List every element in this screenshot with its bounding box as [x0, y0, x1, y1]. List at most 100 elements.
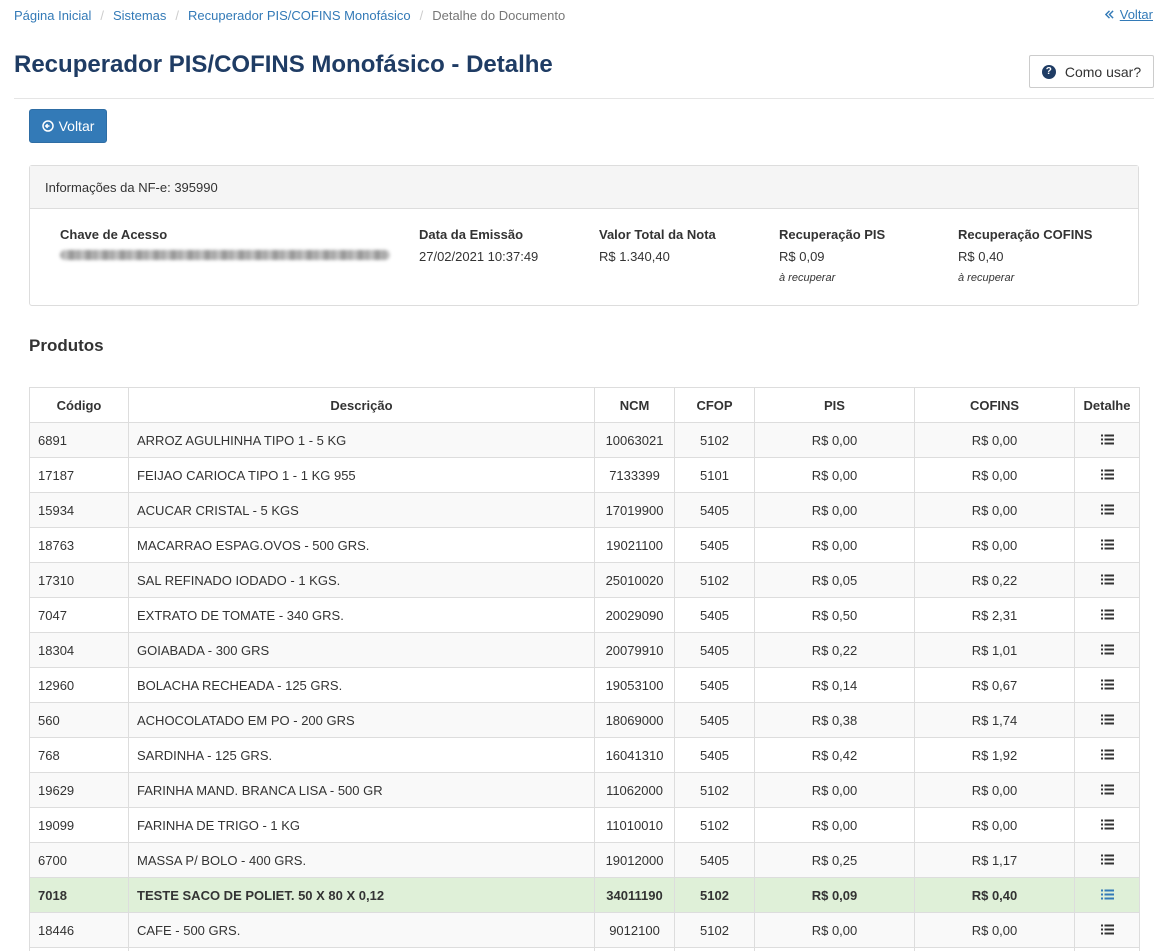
cell-detail: [1074, 947, 1140, 951]
list-icon[interactable]: [1100, 923, 1114, 938]
cell-cofins: R$ 1,01: [914, 632, 1075, 668]
list-icon[interactable]: [1100, 503, 1114, 518]
cell-code: 560: [29, 702, 129, 738]
table-row: 7018 TESTE SACO DE POLIET. 50 X 80 X 0,12…: [29, 877, 1140, 913]
list-icon[interactable]: [1100, 713, 1114, 728]
emission-column: Data da Emissão 27/02/2021 10:37:49: [419, 227, 538, 264]
cell-pis: R$ 0,05: [754, 562, 915, 598]
cell-code: 18446: [29, 912, 129, 948]
cell-description: SARDINHA - 125 GRS.: [128, 737, 595, 773]
cell-detail: [1074, 877, 1140, 913]
cell-cofins: [914, 947, 1075, 951]
cell-pis: R$ 0,42: [754, 737, 915, 773]
cell-description: [128, 947, 595, 951]
cofins-recovery-value: R$ 0,40: [958, 249, 1004, 264]
list-icon[interactable]: [1100, 853, 1114, 868]
cell-cfop: 5405: [674, 492, 755, 528]
breadcrumb-separator: /: [419, 7, 424, 23]
list-icon[interactable]: [1100, 608, 1114, 623]
cell-code: 6700: [29, 842, 129, 878]
nfe-info-panel: Informações da NF-e: 395990 Chave de Ace…: [29, 165, 1139, 306]
cell-code: 7047: [29, 597, 129, 633]
cell-description: MASSA P/ BOLO - 400 GRS.: [128, 842, 595, 878]
cell-code: 19099: [29, 807, 129, 843]
cell-code: [29, 947, 129, 951]
cell-cofins: R$ 0,67: [914, 667, 1075, 703]
back-button-label: Voltar: [58, 118, 95, 134]
cell-cfop: 5102: [674, 912, 755, 948]
list-icon[interactable]: [1100, 573, 1114, 588]
breadcrumb-separator: /: [100, 7, 104, 23]
cell-code: 7018: [29, 877, 129, 913]
products-table-body: 6891 ARROZ AGULHINHA TIPO 1 - 5 KG 1006302…: [29, 422, 1140, 951]
products-title: Produtos: [29, 336, 104, 355]
pis-recovery-value: R$ 0,09: [779, 249, 825, 264]
double-chevron-left-icon: [1104, 10, 1114, 19]
breadcrumb: Página Inicial / Sistemas / Recuperador …: [14, 7, 565, 23]
cell-cofins: R$ 1,17: [914, 842, 1075, 878]
emission-value: 27/02/2021 10:37:49: [419, 249, 539, 264]
table-row: 17187 FEIJAO CARIOCA TIPO 1 - 1 KG 955 713…: [29, 457, 1140, 493]
list-icon[interactable]: [1100, 888, 1114, 903]
total-label: Valor Total da Nota: [599, 227, 716, 242]
cell-cofins: R$ 2,31: [914, 597, 1075, 633]
cell-cfop: 5405: [674, 597, 755, 633]
list-icon[interactable]: [1100, 783, 1114, 798]
cell-description: ARROZ AGULHINHA TIPO 1 - 5 KG: [128, 422, 595, 458]
cell-cfop: 5102: [674, 422, 755, 458]
breadcrumb-recuperador[interactable]: Recuperador PIS/COFINS Monofásico: [188, 8, 411, 23]
access-key-label: Chave de Acesso: [60, 227, 168, 242]
cell-cofins: R$ 0,00: [914, 422, 1075, 458]
cell-pis: R$ 0,14: [754, 667, 915, 703]
cell-detail: [1074, 562, 1140, 598]
list-icon[interactable]: [1100, 468, 1114, 483]
column-header-ncm: NCM: [594, 387, 675, 423]
cell-code: 18304: [29, 632, 129, 668]
table-row: [29, 947, 1140, 951]
list-icon[interactable]: [1100, 433, 1114, 448]
cell-ncm: 19012000: [594, 842, 675, 878]
cell-cfop: 5405: [674, 632, 755, 668]
list-icon[interactable]: [1100, 748, 1114, 763]
cell-cfop: 5405: [674, 702, 755, 738]
cell-ncm: 10063021: [594, 422, 675, 458]
cell-cfop: 5102: [674, 562, 755, 598]
cell-pis: R$ 0,00: [754, 492, 915, 528]
cell-detail: [1074, 912, 1140, 948]
table-row: 15934 ACUCAR CRISTAL - 5 KGS 17019900 5405 R…: [29, 492, 1140, 528]
cell-ncm: 11010010: [594, 807, 675, 843]
breadcrumb-systems[interactable]: Sistemas: [113, 8, 166, 23]
pis-recovery-column: Recuperação PIS R$ 0,09 à recuperar: [779, 227, 885, 284]
column-header-cfop: CFOP: [674, 387, 755, 423]
list-icon[interactable]: [1100, 643, 1114, 658]
cell-detail: [1074, 702, 1140, 738]
cell-ncm: 25010020: [594, 562, 675, 598]
back-button[interactable]: Voltar: [29, 109, 107, 143]
cell-pis: R$ 0,50: [754, 597, 915, 633]
cell-ncm: 17019900: [594, 492, 675, 528]
cell-cofins: R$ 0,00: [914, 772, 1075, 808]
table-row: 560 ACHOCOLATADO EM PO - 200 GRS 18069000 5…: [29, 702, 1140, 738]
cell-code: 17187: [29, 457, 129, 493]
top-back-label: Voltar: [1119, 7, 1153, 22]
arrow-circle-left-icon: [41, 120, 54, 132]
cell-ncm: 19021100: [594, 527, 675, 563]
list-icon[interactable]: [1100, 818, 1114, 833]
table-row: 18763 MACARRAO ESPAG.OVOS - 500 GRS. 19021…: [29, 527, 1140, 563]
cell-detail: [1074, 667, 1140, 703]
list-icon[interactable]: [1100, 538, 1114, 553]
cell-cofins: R$ 1,74: [914, 702, 1075, 738]
cell-cfop: [674, 947, 755, 951]
list-icon[interactable]: [1100, 678, 1114, 693]
breadcrumb-home[interactable]: Página Inicial: [14, 8, 91, 23]
column-header-detail: Detalhe: [1074, 387, 1140, 423]
table-row: 18304 GOIABADA - 300 GRS 20079910 5405 R$ 0,…: [29, 632, 1140, 668]
cell-cfop: 5102: [674, 807, 755, 843]
access-key-column: Chave de Acesso: [60, 227, 390, 260]
how-to-use-button[interactable]: ? Como usar?: [1029, 55, 1154, 88]
how-to-use-label: Como usar?: [1064, 63, 1142, 80]
top-back-link[interactable]: Voltar: [1104, 7, 1153, 22]
cell-ncm: 20079910: [594, 632, 675, 668]
access-key-value-blurred: [60, 250, 390, 260]
cell-code: 12960: [29, 667, 129, 703]
